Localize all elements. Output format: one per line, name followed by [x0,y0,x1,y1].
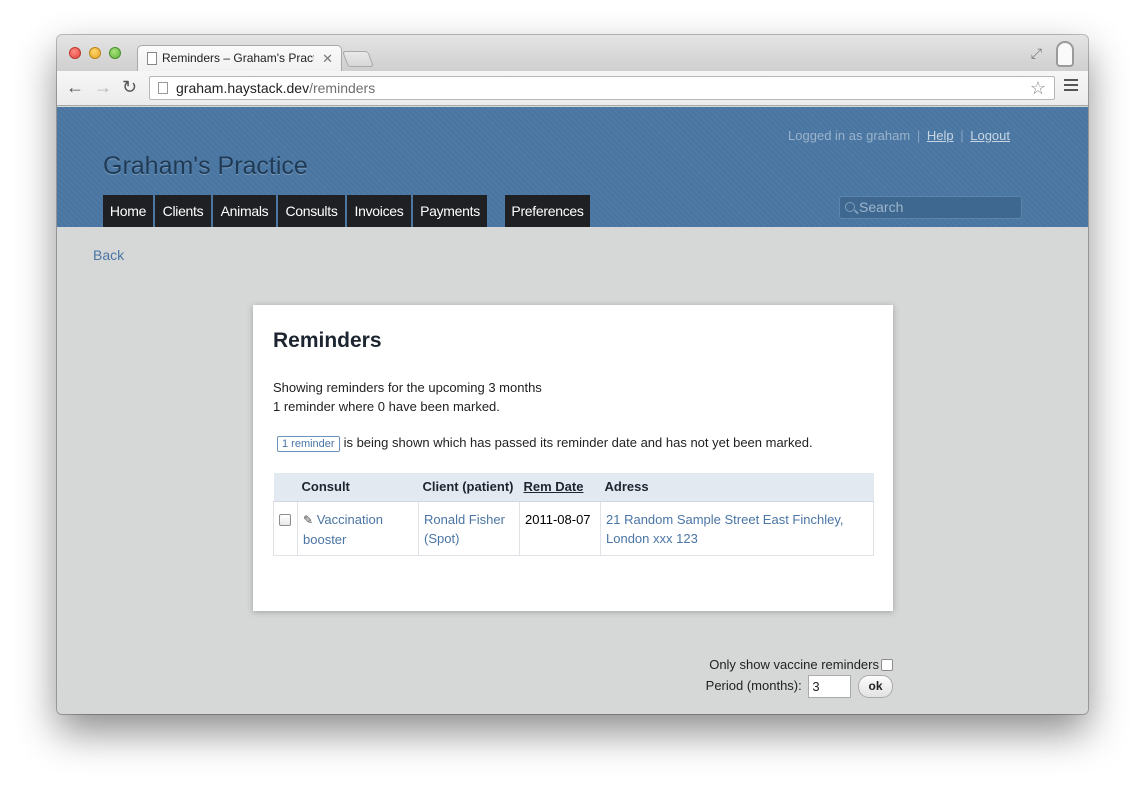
client-link[interactable]: Ronald Fisher (Spot) [424,512,505,546]
reminder-count-badge[interactable]: 1 reminder [277,436,340,452]
col-address: Adress [600,473,874,502]
vaccine-filter-label: Only show vaccine reminders [709,657,879,672]
col-consult: Consult [297,473,419,502]
vaccine-filter-row: Only show vaccine reminders [709,657,893,672]
col-client: Client (patient) [418,473,520,502]
col-select [273,473,298,502]
address-cell: 21 Random Sample Street East Finchley, L… [600,501,874,556]
profile-icon[interactable] [1056,41,1074,67]
new-tab-button[interactable] [342,51,374,67]
page-icon [158,82,168,94]
separator: | [960,128,964,143]
nav-invoices[interactable]: Invoices [347,195,411,227]
site-title[interactable]: Graham's Practice [103,152,308,181]
row-select-cell [273,501,298,556]
logged-in-text: Logged in as graham [788,128,911,143]
consult-cell: ✎ Vaccination booster [297,501,419,556]
pencil-icon[interactable]: ✎ [303,511,313,530]
close-tab-icon[interactable]: ✕ [322,46,333,71]
search-input[interactable]: Search [839,196,1022,219]
tab-title: Reminders – Graham's Practice [162,51,314,65]
browser-window: Reminders – Graham's Practice ✕ ⤢ ← → ↻ … [57,35,1088,714]
rem-date-cell: 2011-08-07 [519,501,601,556]
fullscreen-icon[interactable]: ⤢ [1031,45,1042,62]
row-checkbox[interactable] [279,513,291,526]
url-path: /reminders [309,80,376,96]
site-header: Logged in as graham | Help | Logout Grah… [57,107,1088,227]
nav-payments[interactable]: Payments [413,195,487,227]
close-window-button[interactable] [69,47,81,59]
separator: | [916,128,921,143]
back-link[interactable]: Back [93,247,124,263]
zoom-window-button[interactable] [109,47,121,59]
overdue-text: is being shown which has passed its remi… [343,435,813,450]
url-host: graham.haystack.dev [176,80,310,96]
nav-preferences[interactable]: Preferences [505,195,590,227]
consult-link[interactable]: Vaccination booster [303,512,383,547]
document-icon [147,52,157,65]
hamburger-menu-icon[interactable] [1064,79,1078,94]
minimize-window-button[interactable] [89,47,101,59]
client-cell: Ronald Fisher (Spot) [418,501,520,556]
bookmark-star-icon[interactable]: ☆ [1030,77,1046,99]
nav-clients[interactable]: Clients [155,195,211,227]
reminders-card: Reminders Showing reminders for the upco… [253,305,893,611]
reload-icon[interactable]: ↻ [122,77,137,97]
table-row: ✎ Vaccination booster Ronald Fisher (Spo… [273,501,874,556]
overdue-notice: 1 reminder is being shown which has passe… [277,435,813,452]
address-bar[interactable]: graham.haystack.dev/reminders ☆ [149,76,1055,100]
info-line-period: Showing reminders for the upcoming 3 mon… [273,380,542,395]
account-links: Logged in as graham | Help | Logout [788,128,1010,143]
help-link[interactable]: Help [927,128,954,143]
period-row: Period (months): 3 ok [706,675,893,698]
ok-button[interactable]: ok [858,675,893,698]
browser-tab[interactable]: Reminders – Graham's Practice ✕ [137,45,342,71]
address-link[interactable]: 21 Random Sample Street East Finchley, L… [606,512,844,546]
nav-consults[interactable]: Consults [278,195,345,227]
period-input[interactable]: 3 [808,675,852,698]
table-header-row: Consult Client (patient) Rem Date Adress [273,473,874,502]
browser-toolbar: ← → ↻ graham.haystack.dev/reminders ☆ [57,71,1088,106]
search-icon [845,202,855,212]
web-page: Logged in as graham | Help | Logout Grah… [57,107,1088,714]
page-title: Reminders [273,329,382,352]
reminders-table: Consult Client (patient) Rem Date Adress… [273,473,874,556]
back-arrow-icon[interactable]: ← [66,77,84,97]
tab-strip: Reminders – Graham's Practice ✕ ⤢ [57,35,1088,71]
forward-arrow-icon[interactable]: → [94,77,112,97]
col-rem-date[interactable]: Rem Date [519,473,601,502]
period-label: Period (months): [705,677,802,693]
reminder-summary: Showing reminders for the upcoming 3 mon… [273,378,542,416]
logout-link[interactable]: Logout [970,128,1010,143]
nav-home[interactable]: Home [103,195,153,227]
vaccine-filter-checkbox[interactable] [881,659,893,671]
info-line-count: 1 reminder where 0 have been marked. [273,399,500,414]
search-placeholder: Search [859,199,904,215]
nav-animals[interactable]: Animals [213,195,276,227]
